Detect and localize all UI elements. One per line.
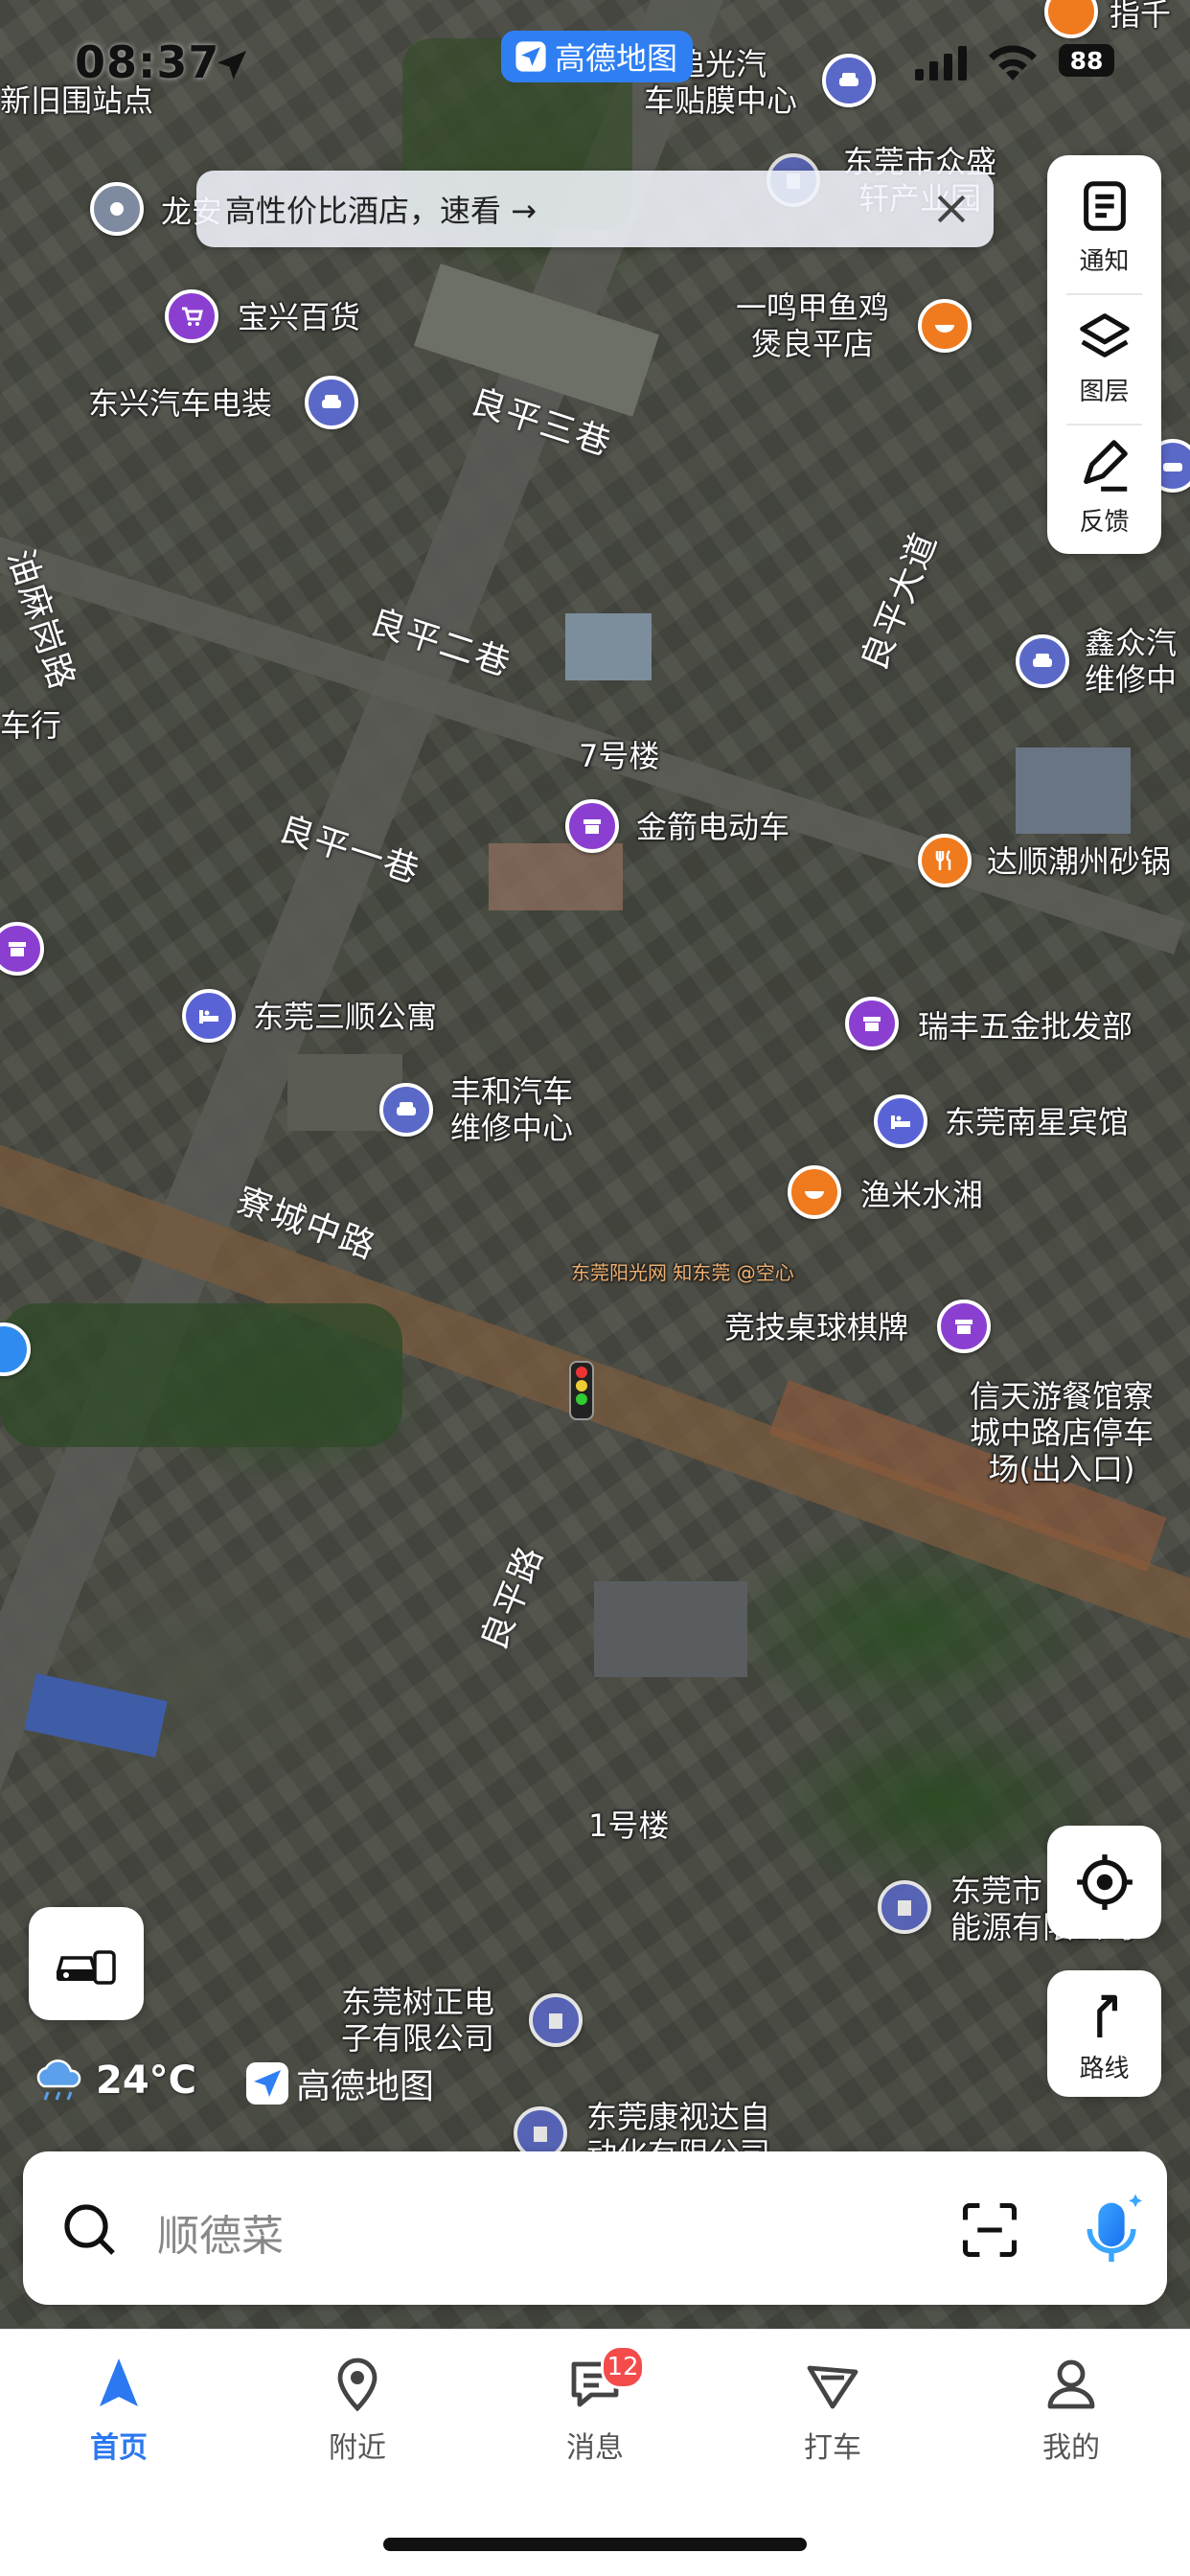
poi-label-nanxing[interactable]: 东莞南星宾馆: [945, 1104, 1129, 1140]
restaurant-fork-icon[interactable]: [918, 834, 972, 887]
company-icon[interactable]: [878, 1880, 931, 1934]
tab-messages[interactable]: 12 消息: [518, 2345, 672, 2466]
poi-label-dongxing[interactable]: 东兴汽车电装: [88, 385, 272, 422]
tab-mine-label: 我的: [1042, 2431, 1100, 2465]
amap-logo-icon: [246, 2062, 288, 2104]
bus-stop-icon[interactable]: [90, 182, 144, 236]
feedback-icon: [1083, 439, 1128, 492]
car-mode-button[interactable]: [29, 1907, 144, 2020]
hotel-promo-banner[interactable]: 高性价比酒店，速看 →: [196, 171, 994, 247]
home-indicator[interactable]: [383, 2538, 807, 2551]
poi-label-ruifeng[interactable]: 瑞丰五金批发部: [918, 1008, 1133, 1045]
poi-label-yimingjia[interactable]: 一鸣甲鱼鸡 煲良平店: [736, 289, 889, 362]
car-repair-icon[interactable]: [379, 1083, 433, 1137]
home-arrow-icon: [100, 2358, 138, 2406]
shop-icon[interactable]: [845, 997, 899, 1050]
search-bar[interactable]: 顺德菜: [23, 2151, 1167, 2305]
car-repair-icon[interactable]: [305, 376, 358, 429]
tab-nearby-label: 附近: [329, 2431, 386, 2465]
status-time: 08:37: [75, 36, 220, 88]
tab-nearby[interactable]: 附近: [281, 2353, 434, 2466]
company-icon[interactable]: [529, 1993, 583, 2047]
close-icon[interactable]: [930, 188, 973, 230]
search-icon: [64, 2204, 115, 2255]
poi-label-xinzhong[interactable]: 鑫众汽 维修中: [1085, 625, 1177, 698]
tab-taxi[interactable]: 打车: [756, 2353, 909, 2466]
taxi-icon: [807, 2365, 858, 2409]
amap-brand-logo: 高德地图: [244, 2058, 434, 2108]
layers-label: 图层: [1079, 377, 1130, 406]
cellular-signal-icon: [915, 46, 967, 80]
layers-button[interactable]: 图层: [1047, 293, 1161, 420]
notification-button[interactable]: 通知: [1047, 163, 1161, 289]
wifi-icon: [989, 45, 1037, 80]
weather-temperature: 24°C: [96, 2058, 197, 2103]
car-repair-icon[interactable]: [1016, 634, 1069, 688]
car-service-icon[interactable]: [822, 54, 876, 107]
shop-icon[interactable]: [937, 1300, 991, 1353]
feedback-label: 反馈: [1079, 507, 1130, 537]
poi-label-baoxing[interactable]: 宝兴百货: [238, 299, 360, 335]
shop-icon[interactable]: [565, 799, 619, 853]
amap-app-pill[interactable]: 高德地图: [501, 31, 694, 82]
scan-icon[interactable]: [957, 2197, 1022, 2263]
route-button[interactable]: 路线: [1047, 1970, 1161, 2097]
poi-label-sanshun[interactable]: 东莞三顺公寓: [253, 999, 437, 1035]
tab-mine[interactable]: 我的: [995, 2353, 1148, 2466]
hotel-bed-icon[interactable]: [182, 989, 236, 1043]
building-label-7: 7号楼: [579, 738, 660, 774]
restaurant-bowl-icon[interactable]: [918, 299, 972, 353]
tab-taxi-label: 打车: [804, 2431, 861, 2465]
building-label-1: 1号楼: [588, 1807, 670, 1844]
notification-label: 通知: [1079, 246, 1130, 276]
banner-text[interactable]: 高性价比酒店，速看 →: [225, 187, 537, 231]
layers-icon: [1079, 312, 1130, 357]
amap-logo-icon: [515, 41, 546, 72]
battery-indicator: 88: [1059, 44, 1114, 77]
poi-label-xintian[interactable]: 信天游餐馆寮 城中路店停车 场(出入口): [970, 1378, 1154, 1487]
feedback-button[interactable]: 反馈: [1047, 424, 1161, 550]
tab-home-label: 首页: [90, 2431, 148, 2465]
poi-label-partial-top-right[interactable]: 指千: [1110, 0, 1171, 33]
route-arrow-icon: [1096, 1994, 1117, 2037]
restaurant-bowl-icon[interactable]: [788, 1165, 841, 1219]
message-badge: 12: [601, 2345, 645, 2389]
poi-label-yumi[interactable]: 渔米水湘: [860, 1177, 983, 1213]
road-label-liangping-road: 良平路: [473, 1539, 552, 1656]
poi-label-shuzheng[interactable]: 东莞树正电 子有限公司: [341, 1984, 494, 2057]
locate-button[interactable]: [1047, 1826, 1161, 1939]
poi-label-fenghe[interactable]: 丰和汽车 维修中心: [450, 1073, 573, 1146]
map-tools-panel: 通知 图层 反馈: [1047, 155, 1161, 554]
poi-label-dashun[interactable]: 达顺潮州砂锅: [987, 843, 1171, 880]
tab-messages-label: 消息: [566, 2431, 624, 2465]
amap-pill-label: 高德地图: [555, 40, 678, 77]
partial-poi-top-right[interactable]: [1044, 0, 1098, 38]
voice-mic-icon[interactable]: [1075, 2190, 1148, 2268]
rain-cloud-icon: [36, 2059, 81, 2101]
poi-label-cheheng[interactable]: 车行: [0, 707, 61, 744]
poi-label-jinjian[interactable]: 金箭电动车: [636, 809, 790, 845]
location-pin-icon: [337, 2358, 378, 2412]
locate-icon: [1076, 1854, 1133, 1910]
route-label: 路线: [1079, 2054, 1130, 2083]
hotel-bed-icon[interactable]: [874, 1094, 927, 1148]
car-phone-icon: [56, 1950, 116, 1985]
traffic-light-icon: [569, 1361, 594, 1420]
shopping-cart-icon[interactable]: [165, 289, 218, 343]
poi-label-jingji[interactable]: 竞技桌球棋牌: [724, 1309, 908, 1346]
amap-brand-text: 高德地图: [296, 2067, 435, 2106]
road-label-liangping-avenue: 良平大道: [854, 526, 946, 677]
shop-icon[interactable]: [0, 922, 44, 976]
search-input[interactable]: 顺德菜: [157, 2201, 284, 2263]
map-watermark: 东莞阳光网 知东莞 @空心: [571, 1261, 794, 1284]
user-icon: [1047, 2359, 1095, 2409]
location-arrow-icon: [217, 51, 246, 80]
satellite-map[interactable]: 良平三巷 良平二巷 良平一巷 良平大道 油麻岗路 寮城中路 良平路 新旧围站点 …: [0, 0, 1190, 2329]
notification-icon: [1083, 180, 1126, 231]
tab-home[interactable]: 首页: [42, 2353, 195, 2466]
weather-widget[interactable]: 24°C: [31, 2056, 196, 2105]
